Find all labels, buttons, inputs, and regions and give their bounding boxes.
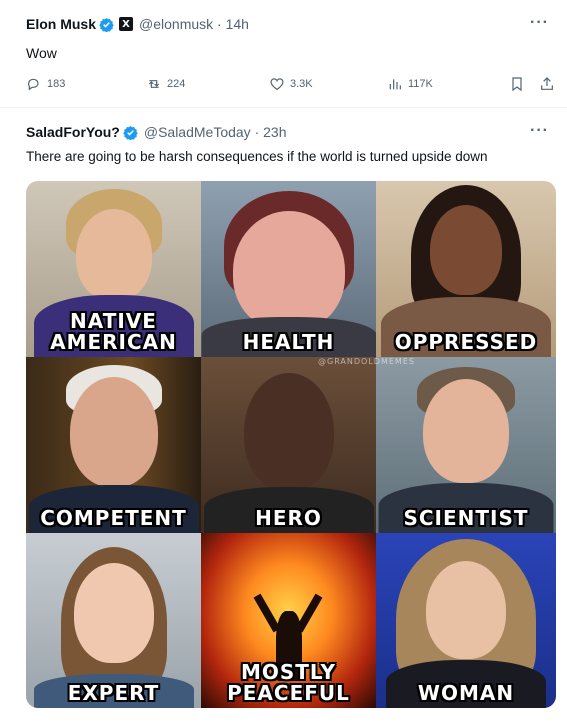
- meme-panel-native-american: NATIVE AMERICAN: [26, 181, 201, 357]
- x-affiliation-badge[interactable]: X: [119, 17, 134, 31]
- share-icon: [541, 77, 553, 90]
- retweet-count: 224: [167, 78, 186, 90]
- more-options-icon[interactable]: ···: [530, 14, 549, 32]
- portrait-face: [243, 373, 334, 491]
- verified-badge-icon[interactable]: [123, 125, 138, 140]
- meme-caption: NATIVE AMERICAN: [50, 309, 177, 354]
- meme-caption: MOSTLY PEACEFUL: [227, 660, 350, 705]
- meme-caption: OPPRESSED: [394, 330, 538, 354]
- portrait-face: [426, 561, 506, 659]
- like-button[interactable]: 3.3K: [269, 76, 313, 92]
- meme-panel-scientist: SCIENTIST: [376, 357, 556, 533]
- reply-icon: [28, 78, 39, 91]
- silhouette-arm-right: [295, 593, 323, 633]
- portrait-face: [75, 209, 152, 301]
- quoted-more-options-icon[interactable]: ···: [530, 122, 549, 140]
- verified-badge-icon[interactable]: [99, 17, 114, 32]
- tweet-actions: 183 224 3.3K 117K: [26, 76, 556, 96]
- views-count: 117K: [408, 78, 433, 90]
- meme-caption: EXPERT: [67, 681, 160, 705]
- portrait-face: [430, 205, 502, 295]
- handle-time[interactable]: @elonmusk · 14h: [139, 16, 249, 32]
- meme-caption: COMPETENT: [40, 506, 187, 530]
- meme-caption: HERO: [255, 506, 322, 530]
- meme-caption: WOMAN: [417, 681, 515, 705]
- meme-watermark: @GRANDOLDMEMES: [318, 357, 415, 366]
- meme-panel-expert: EXPERT: [26, 533, 201, 708]
- portrait-face: [69, 377, 158, 487]
- reply-button[interactable]: 183: [26, 76, 65, 92]
- views-chart-icon: [389, 79, 401, 90]
- quoted-tweet-text: There are going to be harsh consequences…: [26, 149, 488, 164]
- bookmark-icon: [512, 77, 522, 92]
- meme-image[interactable]: NATIVE AMERICAN HEALTH OPPRESSED COMPETE…: [26, 181, 556, 708]
- retweet-button[interactable]: 224: [146, 76, 185, 92]
- meme-caption: SCIENTIST: [403, 506, 529, 530]
- author-name[interactable]: Elon Musk: [26, 16, 96, 32]
- quoted-tweet-header: SaladForYou? @SaladMeToday · 23h: [26, 124, 286, 140]
- meme-panel-oppressed: OPPRESSED: [376, 181, 556, 357]
- silhouette-arm-left: [253, 593, 281, 633]
- like-count: 3.3K: [290, 78, 313, 90]
- reply-count: 183: [47, 78, 66, 90]
- meme-panel-competent: COMPETENT: [26, 357, 201, 533]
- portrait-face: [73, 563, 154, 663]
- retweet-icon: [148, 80, 160, 88]
- meme-panel-hero: HERO: [201, 357, 376, 533]
- main-tweet[interactable]: Elon Musk X @elonmusk · 14h ··· Wow 183 …: [0, 0, 567, 108]
- bookmark-button[interactable]: [509, 76, 530, 92]
- meme-caption: HEALTH: [242, 330, 335, 354]
- share-button[interactable]: [539, 76, 560, 92]
- tweet-text: Wow: [26, 45, 57, 61]
- portrait-face: [423, 379, 509, 483]
- heart-icon: [270, 78, 284, 91]
- meme-panel-mostly-peaceful: MOSTLY PEACEFUL: [201, 533, 376, 708]
- tweet-header: Elon Musk X @elonmusk · 14h: [26, 16, 249, 32]
- quoted-author-name[interactable]: SaladForYou?: [26, 124, 120, 140]
- meme-panel-woman: WOMAN: [376, 533, 556, 708]
- meme-panel-health: HEALTH: [201, 181, 376, 357]
- quoted-handle-time[interactable]: @SaladMeToday · 23h: [144, 124, 287, 140]
- views-button[interactable]: 117K: [387, 76, 433, 92]
- portrait-face: [232, 211, 345, 331]
